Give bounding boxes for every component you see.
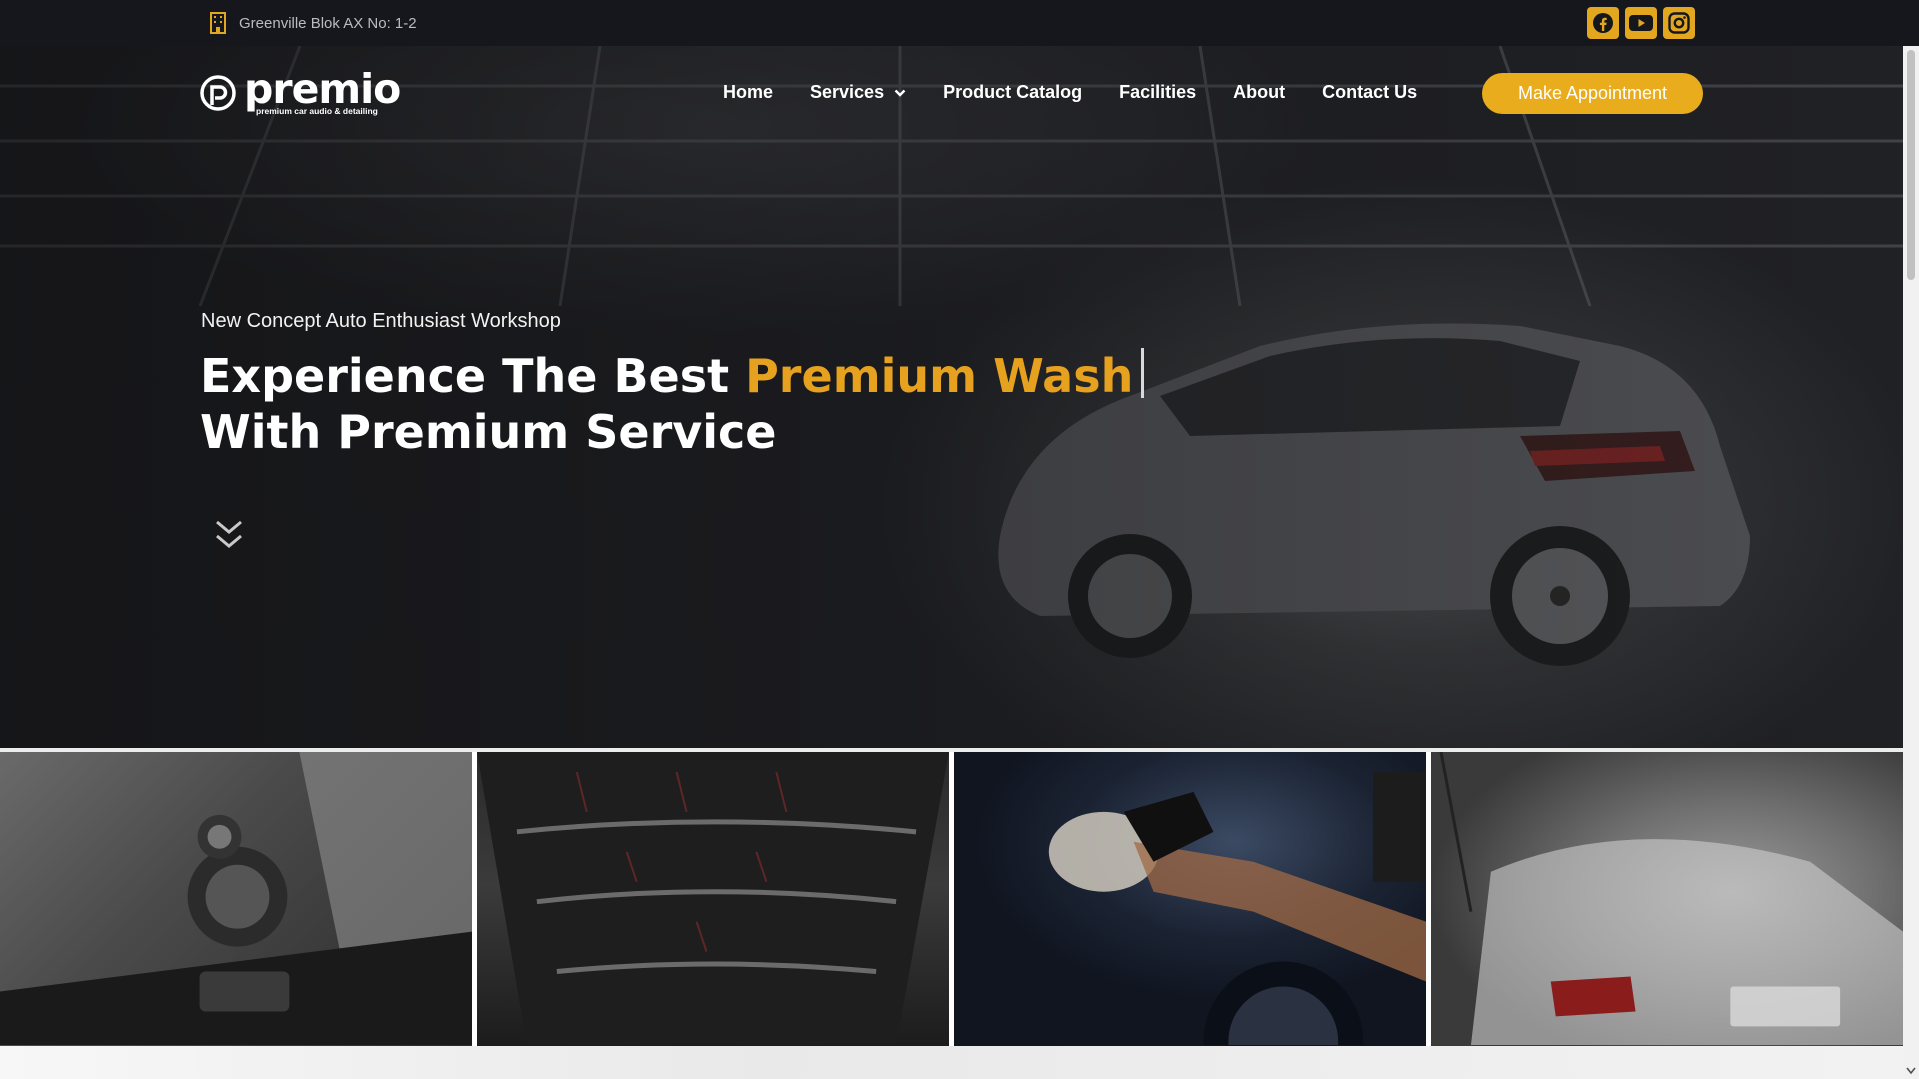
facebook-icon	[1593, 13, 1613, 33]
top-bar: Greenville Blok AX No: 1-2	[0, 0, 1919, 46]
car-polishing-photo[interactable]	[954, 752, 1426, 1046]
hero-kicker: New Concept Auto Enthusiast Workshop	[201, 310, 561, 332]
nav-product-catalog-label: Product Catalog	[943, 82, 1083, 102]
address: Greenville Blok AX No: 1-2	[209, 12, 417, 34]
nav-services-label: Services	[810, 82, 885, 102]
facebook-link[interactable]	[1587, 7, 1619, 39]
address-text: Greenville Blok AX No: 1-2	[239, 14, 417, 32]
nav-contact-us[interactable]: Contact Us	[1322, 82, 1417, 103]
youtube-link[interactable]	[1625, 7, 1657, 39]
logo[interactable]: premio premium car audio & detailing	[200, 65, 401, 116]
polishing-illustration	[1048, 771, 1426, 1046]
foam-wash-illustration	[1439, 752, 1903, 1046]
double-chevron-down-icon[interactable]	[213, 516, 245, 552]
headline-accent: Premium Wash	[745, 349, 1134, 403]
nav-facilities[interactable]: Facilities	[1119, 82, 1196, 103]
roof-illustration	[477, 752, 949, 1046]
nav-contact-us-label: Contact Us	[1322, 82, 1418, 102]
nav-product-catalog[interactable]: Product Catalog	[943, 82, 1082, 103]
headline-part-2: With Premium Service	[200, 405, 777, 459]
nav-home[interactable]: Home	[723, 82, 773, 103]
typing-caret	[1141, 348, 1145, 398]
logo-name: premio	[244, 65, 401, 113]
page-scrollbar[interactable]	[1903, 46, 1919, 1079]
headline-part-1: Experience The Best	[200, 349, 746, 403]
service-gallery	[0, 752, 1903, 1046]
car-audio-speaker-photo[interactable]	[0, 752, 472, 1046]
building-icon	[210, 12, 226, 34]
sound-damping-roof-photo[interactable]	[477, 752, 949, 1046]
nav-services[interactable]: Services	[810, 82, 906, 103]
speaker-illustration	[0, 752, 472, 1046]
instagram-link[interactable]	[1663, 7, 1695, 39]
hero-headline: Experience The Best Premium Wash With Pr…	[200, 348, 1145, 460]
instagram-icon	[1668, 12, 1690, 34]
scrollbar-thumb[interactable]	[1907, 50, 1915, 280]
hero-section: premio premium car audio & detailing Hom…	[0, 46, 1903, 748]
premio-logo-icon	[200, 75, 236, 111]
chevron-down-icon	[894, 89, 906, 97]
make-appointment-button[interactable]: Make Appointment	[1482, 73, 1703, 114]
youtube-icon	[1629, 15, 1653, 31]
nav-about[interactable]: About	[1233, 82, 1285, 103]
next-section-strip	[0, 1046, 1903, 1079]
nav-home-label: Home	[723, 82, 774, 102]
scroll-down-arrow-icon[interactable]	[1906, 1067, 1916, 1075]
main-nav: Home Services Product Catalog Facilities…	[723, 82, 1454, 103]
social-links	[1587, 7, 1695, 39]
nav-facilities-label: Facilities	[1119, 82, 1197, 102]
nav-about-label: About	[1233, 82, 1286, 102]
car-foam-wash-photo[interactable]	[1431, 752, 1903, 1046]
